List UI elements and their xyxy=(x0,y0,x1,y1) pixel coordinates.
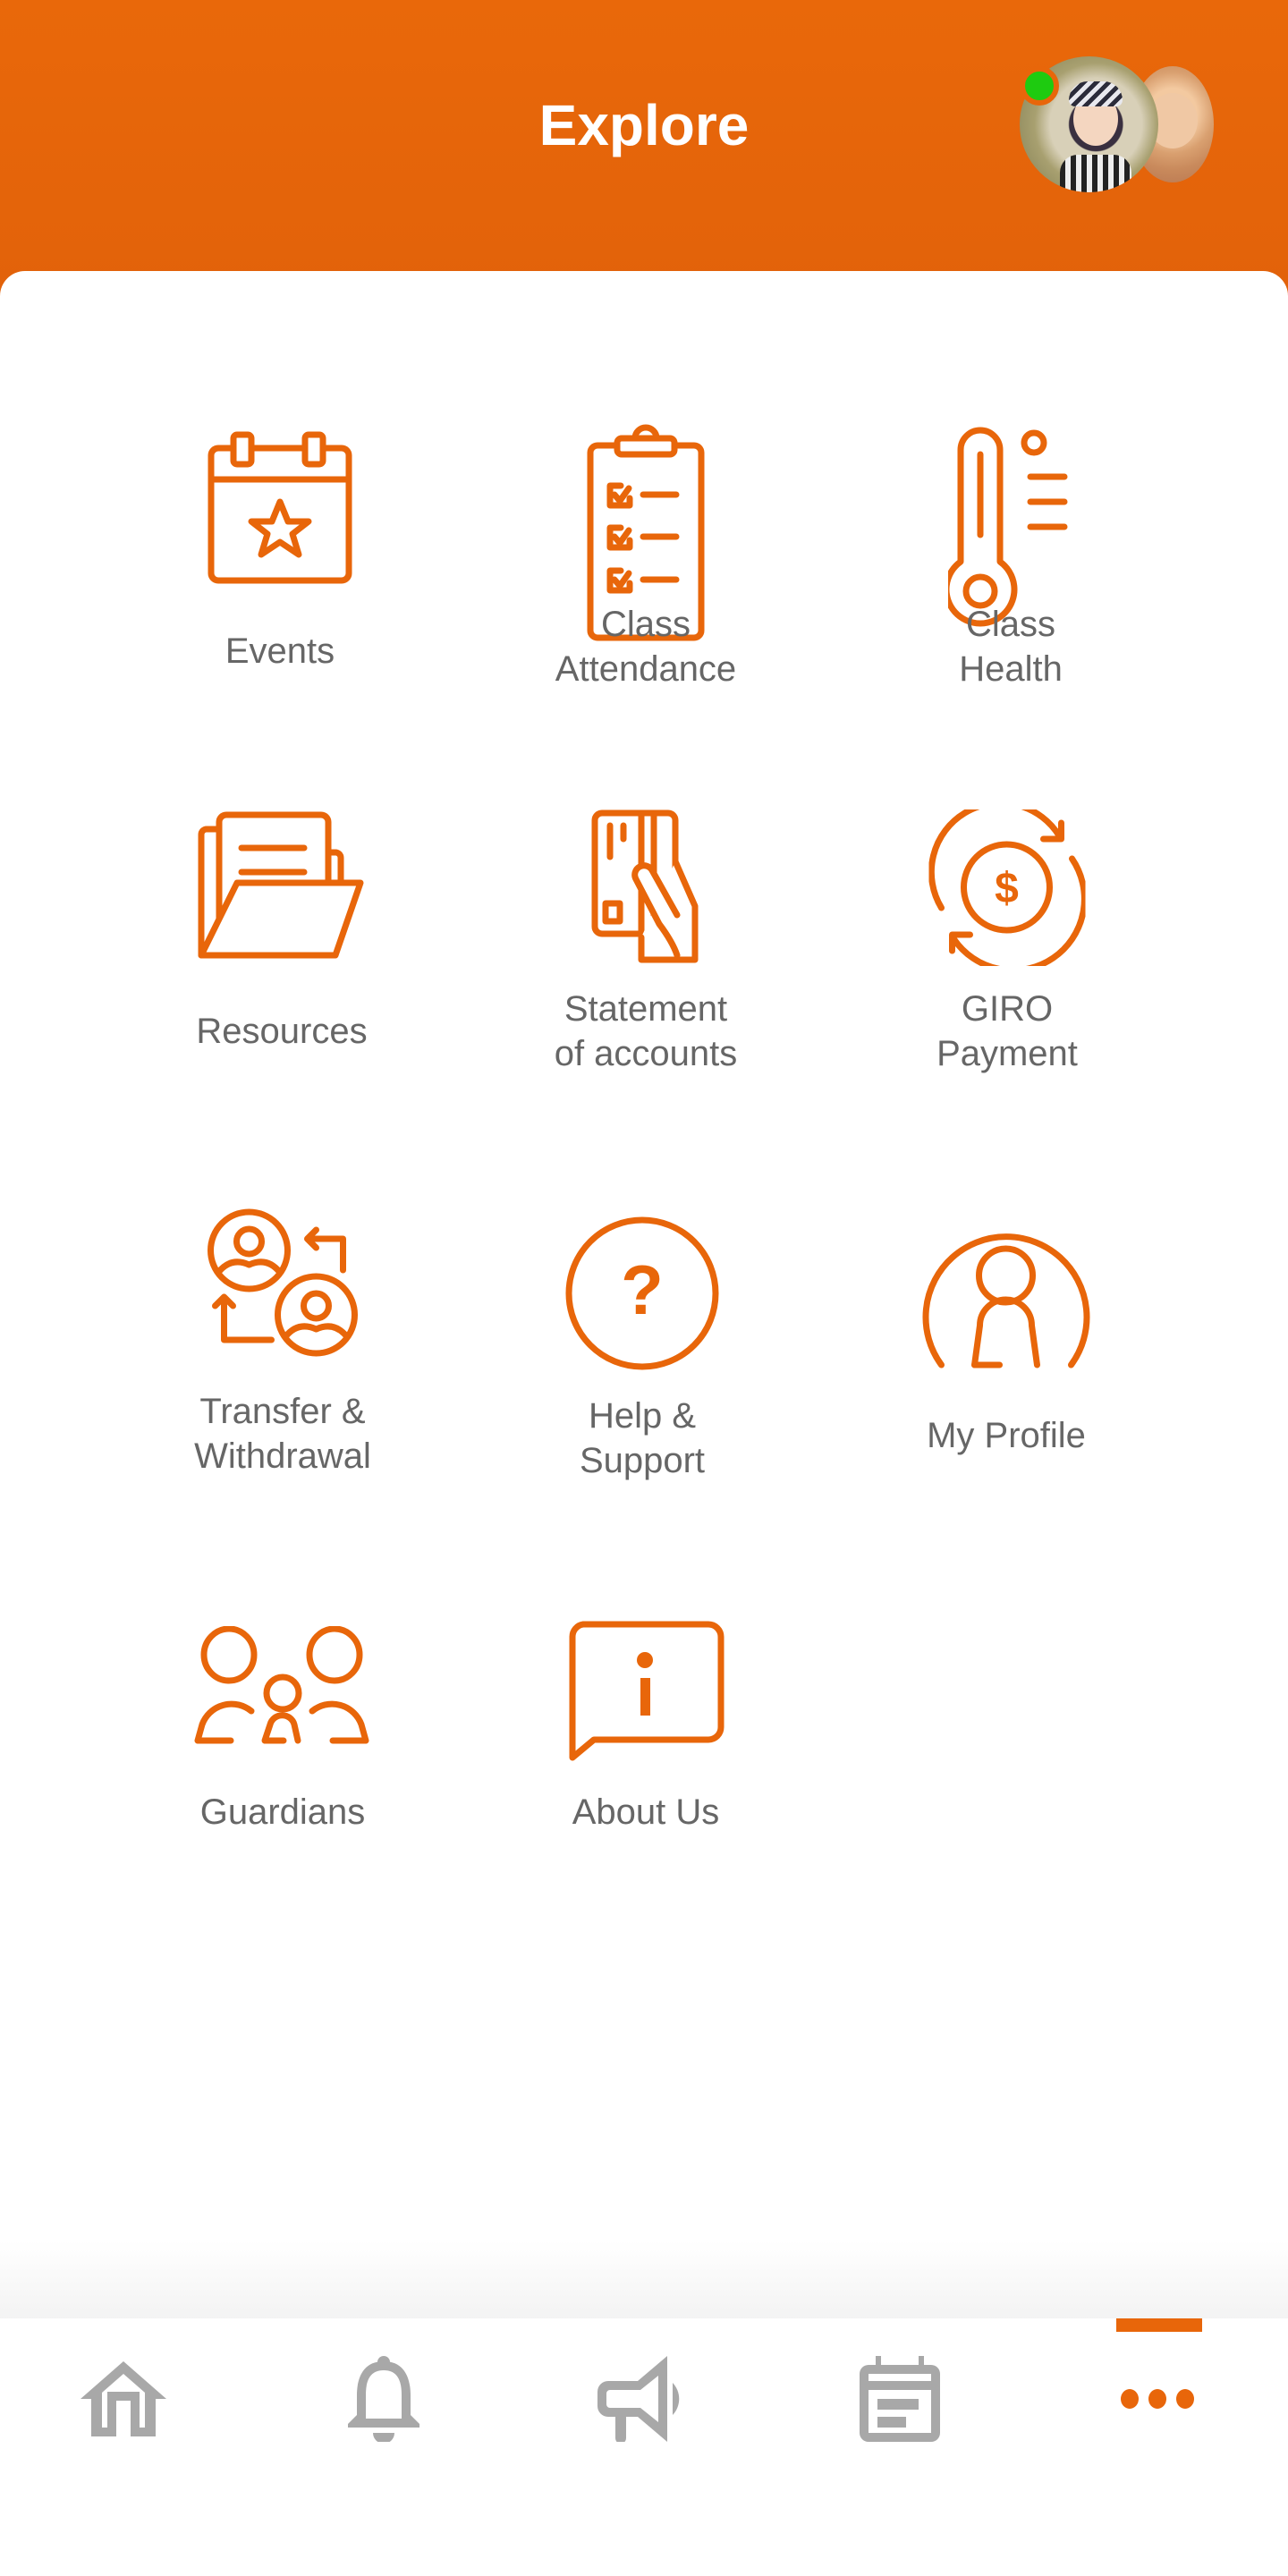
menu-item-resources[interactable]: Resources xyxy=(121,808,443,1094)
user-circle-icon xyxy=(922,1233,1090,1368)
active-tab-indicator xyxy=(1116,2318,1202,2332)
menu-item-label: Resources xyxy=(196,1012,368,1051)
calendar-star-icon xyxy=(208,431,352,584)
thermometer-icon xyxy=(948,427,1068,627)
menu-item-label-line2: Payment xyxy=(936,1034,1078,1073)
menu-item-label-line1: Class xyxy=(965,605,1056,644)
family-icon xyxy=(194,1626,369,1744)
menu-item-label-line1: GIRO xyxy=(961,989,1054,1029)
user-swap-icon xyxy=(208,1208,358,1357)
menu-item-events[interactable]: Events xyxy=(119,414,441,700)
online-status-dot xyxy=(1020,66,1059,106)
menu-grid: Events Class Attendance Class Health Res… xyxy=(0,271,1288,2328)
menu-item-guardians[interactable]: Guardians xyxy=(122,1613,444,1881)
menu-item-label: Guardians xyxy=(199,1792,366,1832)
bottom-nav xyxy=(0,2318,1288,2576)
menu-item-label-line2: Health xyxy=(959,649,1063,689)
menu-item-label-line2: of accounts xyxy=(554,1034,738,1073)
menu-item-my-profile[interactable]: My Profile xyxy=(845,1206,1167,1492)
more-dots-icon xyxy=(1121,2389,1194,2409)
menu-item-label: About Us xyxy=(572,1792,720,1832)
nav-tab-home[interactable] xyxy=(61,2345,186,2453)
avatar-photo-shirt xyxy=(1060,155,1131,192)
menu-item-class-health[interactable]: Class Health xyxy=(850,414,1172,700)
menu-item-about-us[interactable]: About Us xyxy=(485,1613,807,1881)
svg-text:$: $ xyxy=(995,865,1019,912)
menu-item-label-line2: Attendance xyxy=(555,649,737,689)
menu-item-transfer-withdrawal[interactable]: Transfer & Withdrawal xyxy=(122,1206,444,1492)
megaphone-icon xyxy=(597,2356,680,2442)
recurring-dollar-icon: $ xyxy=(928,809,1086,966)
calendar-icon xyxy=(860,2356,940,2442)
menu-item-label: Events xyxy=(225,631,335,671)
menu-item-label-line1: Help & xyxy=(588,1396,697,1436)
menu-item-statement-of-accounts[interactable]: Statement of accounts xyxy=(485,808,807,1094)
header: Explore xyxy=(0,0,1288,295)
menu-item-label-line1: Class xyxy=(600,605,691,644)
menu-item-label-line1: Statement xyxy=(564,989,728,1029)
info-speech-bubble-icon xyxy=(569,1621,724,1761)
menu-item-label-line2: Withdrawal xyxy=(194,1436,371,1476)
svg-text:?: ? xyxy=(621,1250,664,1329)
nav-tab-calendar[interactable] xyxy=(837,2345,962,2453)
home-icon xyxy=(80,2361,166,2436)
menu-item-help-support[interactable]: ? Help & Support xyxy=(481,1206,803,1492)
bell-icon xyxy=(348,2356,419,2442)
menu-item-label-line1: Transfer & xyxy=(199,1392,366,1431)
avatar-photo-hat xyxy=(1069,81,1123,106)
nav-tab-announcements[interactable] xyxy=(580,2345,705,2453)
menu-item-class-attendance[interactable]: Class Attendance xyxy=(485,414,807,700)
child-switcher[interactable] xyxy=(1011,54,1225,197)
nav-tab-notifications[interactable] xyxy=(321,2345,446,2453)
folder-icon xyxy=(198,811,364,959)
card-in-hand-icon xyxy=(591,809,699,963)
menu-item-giro-payment[interactable]: $ GIRO Payment xyxy=(846,808,1168,1094)
menu-item-label-line2: Support xyxy=(579,1441,706,1480)
nav-tab-more[interactable] xyxy=(1095,2345,1220,2453)
menu-item-label: My Profile xyxy=(927,1416,1086,1455)
question-circle-icon: ? xyxy=(565,1216,719,1370)
nav-shadow xyxy=(0,2241,1288,2319)
